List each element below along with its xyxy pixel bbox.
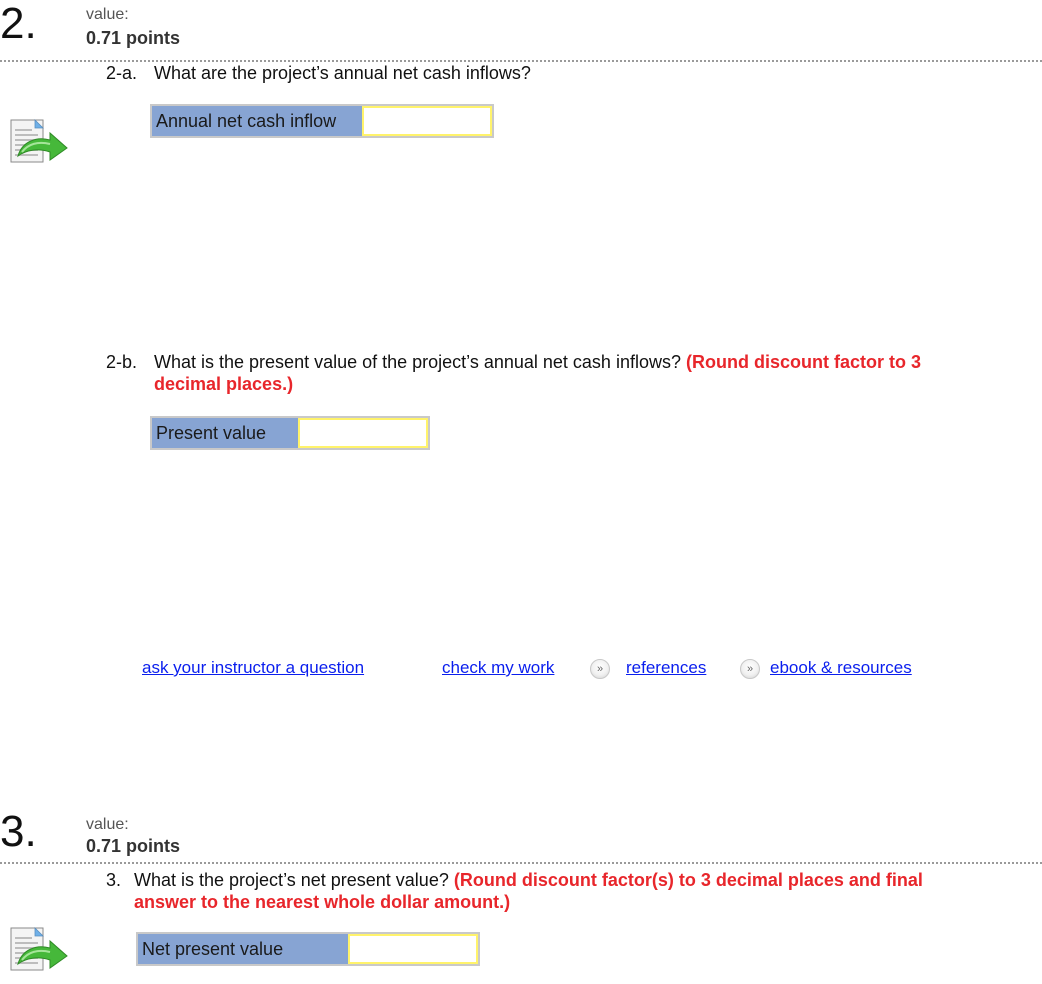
- references-expand-icon[interactable]: »: [590, 659, 610, 679]
- question-3-number: 3.: [0, 807, 37, 856]
- check-my-work-link[interactable]: check my work: [442, 658, 554, 678]
- annual-net-cash-inflow-row: Annual net cash inflow: [150, 104, 494, 138]
- ebook-resources-link[interactable]: ebook & resources: [770, 658, 912, 678]
- question-3-prompt: 3. What is the project’s net present valu…: [106, 869, 1036, 891]
- net-present-value-row: Net present value: [136, 932, 480, 966]
- question-3-value-label: value:: [86, 816, 129, 833]
- ask-instructor-link[interactable]: ask your instructor a question: [142, 658, 364, 678]
- question-2b-prompt: 2-b. What is the present value of the pro…: [106, 351, 1026, 373]
- ebook-expand-icon[interactable]: »: [740, 659, 760, 679]
- net-present-value-label: Net present value: [138, 934, 348, 964]
- present-value-label: Present value: [152, 418, 298, 448]
- question-2a-text: What are the project’s annual net cash i…: [154, 63, 531, 83]
- question-2b-text: What is the present value of the project…: [154, 352, 681, 372]
- annual-net-cash-inflow-input[interactable]: [362, 106, 492, 136]
- question-3-divider: [0, 862, 1042, 864]
- present-value-input[interactable]: [298, 418, 428, 448]
- question-2b-hint-line2: decimal places.): [154, 374, 294, 394]
- worksheet-icon[interactable]: [10, 118, 68, 164]
- question-2-number: 2.: [0, 0, 37, 48]
- question-3-points: 0.71 points: [86, 836, 181, 856]
- question-2b-hint-line1: (Round discount factor to 3: [686, 352, 921, 372]
- question-3-hint-line2: answer to the nearest whole dollar amoun…: [134, 892, 511, 912]
- question-3-text: What is the project’s net present value?: [134, 870, 449, 890]
- references-link[interactable]: references: [626, 658, 706, 678]
- question-2b-number: 2-b.: [106, 352, 138, 372]
- question-2-value-label: value:: [86, 6, 129, 23]
- question-2-points: 0.71 points: [86, 28, 181, 48]
- question-3-hint-line1: (Round discount factor(s) to 3 decimal p…: [453, 870, 923, 890]
- present-value-row: Present value: [150, 416, 430, 450]
- annual-net-cash-inflow-label: Annual net cash inflow: [152, 106, 362, 136]
- question-2-links: ask your instructor a question check my …: [0, 658, 1042, 684]
- question-2a-prompt: 2-a. What are the project’s annual net ca…: [106, 62, 531, 84]
- question-3-part-number: 3.: [106, 870, 122, 890]
- question-2a-number: 2-a.: [106, 63, 138, 83]
- net-present-value-input[interactable]: [348, 934, 478, 964]
- worksheet-icon-q3[interactable]: [10, 926, 68, 972]
